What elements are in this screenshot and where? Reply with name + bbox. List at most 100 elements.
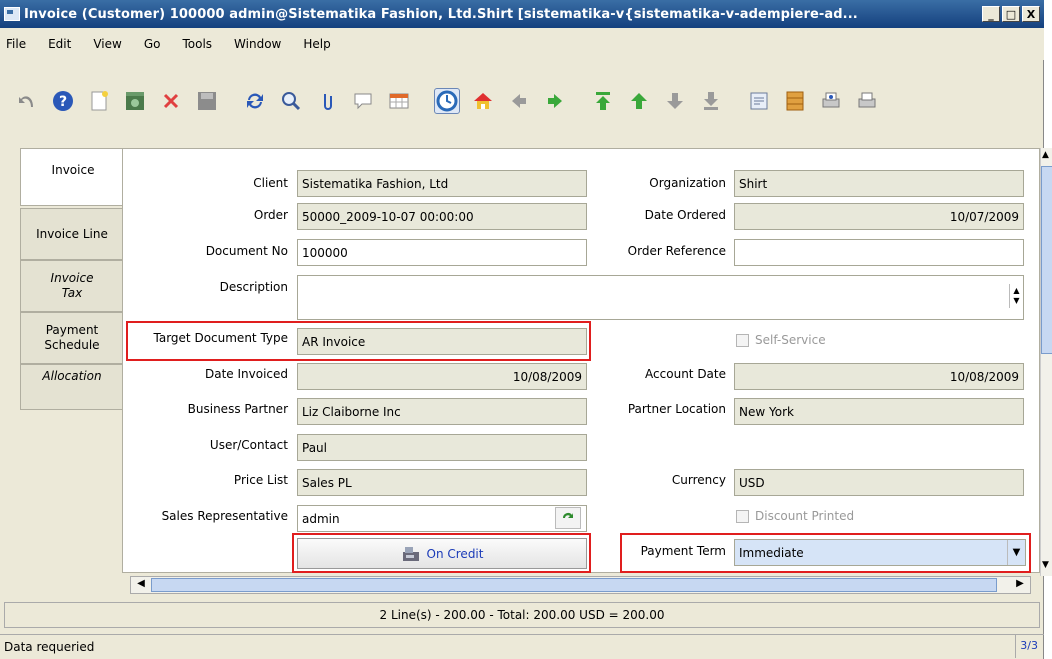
new-record-icon[interactable] [86, 88, 112, 114]
organization-label: Organization [649, 176, 726, 190]
horizontal-scroll-thumb[interactable] [151, 578, 997, 592]
status-message: Data requeried [4, 639, 95, 654]
discount-printed-checkbox[interactable]: Discount Printed [736, 509, 854, 523]
tab-invoice-tax[interactable]: Invoice Tax [20, 260, 124, 312]
description-field[interactable] [297, 275, 1024, 320]
chat-icon[interactable] [350, 88, 376, 114]
price-list-field[interactable]: Sales PL [297, 469, 587, 496]
first-record-icon[interactable] [590, 88, 616, 114]
scroll-down-icon[interactable]: ▼ [1042, 560, 1049, 570]
sales-rep-field[interactable]: admin [297, 505, 587, 532]
tab-invoice[interactable]: Invoice [20, 148, 126, 206]
vertical-scrollbar[interactable]: ▲ ▼ [1040, 148, 1052, 576]
record-counter[interactable]: 3/3 [1015, 635, 1042, 658]
menu-edit[interactable]: Edit [48, 37, 71, 51]
close-button[interactable]: X [1022, 6, 1040, 22]
save-icon[interactable] [194, 88, 220, 114]
business-partner-field[interactable]: Liz Claiborne Inc [297, 398, 587, 425]
scroll-right-icon[interactable]: ▶ [1012, 578, 1028, 592]
chevron-down-icon: ▼ [1013, 296, 1020, 305]
client-label: Client [253, 176, 288, 190]
find-icon[interactable] [278, 88, 304, 114]
title-bar[interactable]: Invoice (Customer) 100000 admin@Sistemat… [0, 0, 1044, 28]
partner-location-field[interactable]: New York [734, 398, 1024, 425]
client-field[interactable]: Sistematika Fashion, Ltd [297, 170, 587, 197]
order-reference-field[interactable] [734, 239, 1024, 266]
svg-text:?: ? [59, 94, 67, 110]
tab-invoice-line[interactable]: Invoice Line [20, 208, 124, 260]
order-label: Order [253, 208, 288, 222]
description-scroll[interactable]: ▲ ▼ [1009, 284, 1023, 308]
organization-field[interactable]: Shirt [734, 170, 1024, 197]
date-invoiced-field[interactable]: 10/08/2009 [297, 363, 587, 390]
print-icon[interactable] [854, 88, 880, 114]
tab-payment-schedule[interactable]: Payment Schedule [20, 312, 124, 364]
last-record-icon[interactable] [698, 88, 724, 114]
order-field[interactable]: 50000_2009-10-07 00:00:00 [297, 203, 587, 230]
date-ordered-label: Date Ordered [644, 208, 726, 222]
business-partner-label: Business Partner [187, 402, 288, 416]
maximize-button[interactable]: □ [1002, 6, 1020, 22]
history-icon[interactable] [434, 88, 460, 114]
account-date-label: Account Date [645, 367, 726, 381]
invoice-window: Invoice (Customer) 100000 admin@Sistemat… [0, 0, 1052, 659]
refresh-icon[interactable] [242, 88, 268, 114]
menu-window[interactable]: Window [234, 37, 281, 51]
attachment-icon[interactable] [314, 88, 340, 114]
sales-rep-lookup-button[interactable] [555, 507, 581, 529]
next-icon[interactable] [542, 88, 568, 114]
undo-icon[interactable] [14, 88, 40, 114]
scroll-up-icon[interactable]: ▲ [1042, 150, 1049, 160]
currency-field[interactable]: USD [734, 469, 1024, 496]
print-preview-icon[interactable] [818, 88, 844, 114]
window-icon [4, 7, 20, 21]
next-record-icon[interactable] [662, 88, 688, 114]
menu-help[interactable]: Help [303, 37, 330, 51]
date-invoiced-label: Date Invoiced [204, 367, 288, 381]
totals-summary: 2 Line(s) - 200.00 - Total: 200.00 USD =… [4, 602, 1040, 628]
menu-go[interactable]: Go [144, 37, 161, 51]
archive-icon[interactable] [782, 88, 808, 114]
report-icon[interactable] [746, 88, 772, 114]
target-doc-type-highlight [126, 321, 591, 361]
document-no-label: Document No [205, 244, 288, 258]
user-contact-field[interactable]: Paul [297, 434, 587, 461]
chevron-up-icon: ▲ [1013, 286, 1020, 295]
sales-rep-label: Sales Representative [161, 509, 288, 523]
menu-view[interactable]: View [93, 37, 121, 51]
date-ordered-field[interactable]: 10/07/2009 [734, 203, 1024, 230]
order-reference-label: Order Reference [627, 244, 726, 258]
vertical-scroll-thumb[interactable] [1041, 166, 1052, 354]
account-date-field[interactable]: 10/08/2009 [734, 363, 1024, 390]
window-title: Invoice (Customer) 100000 admin@Sistemat… [24, 6, 858, 22]
help-icon[interactable]: ? [50, 88, 76, 114]
horizontal-scrollbar[interactable]: ◀ ▶ [130, 576, 1031, 594]
menu-file[interactable]: File [6, 37, 26, 51]
home-icon[interactable] [470, 88, 496, 114]
tab-allocation[interactable]: Allocation [20, 364, 124, 410]
minimize-button[interactable]: _ [982, 6, 1000, 22]
scroll-left-icon[interactable]: ◀ [133, 578, 149, 592]
description-label: Description [219, 280, 288, 294]
document-no-field[interactable]: 100000 [297, 239, 587, 266]
payment-term-highlight [620, 533, 1031, 573]
self-service-checkbox[interactable]: Self-Service [736, 333, 826, 347]
toolbar: ? [0, 62, 1044, 140]
currency-label: Currency [671, 473, 726, 487]
delete-icon[interactable] [158, 88, 184, 114]
previous-record-icon[interactable] [626, 88, 652, 114]
checkbox-icon [736, 509, 749, 523]
status-bar: Data requeried 3/3 [0, 634, 1044, 658]
save-archive-icon[interactable] [122, 88, 148, 114]
previous-icon[interactable] [506, 88, 532, 114]
tab-strip: Invoice Invoice Line Invoice Tax Payment… [20, 148, 126, 410]
user-contact-label: User/Contact [209, 438, 288, 452]
checkbox-icon [736, 333, 749, 347]
menu-tools[interactable]: Tools [182, 37, 212, 51]
grid-toggle-icon[interactable] [386, 88, 412, 114]
menu-bar: File Edit View Go Tools Window Help [0, 28, 1044, 60]
price-list-label: Price List [233, 473, 288, 487]
partner-location-label: Partner Location [627, 402, 726, 416]
refresh-arrow-icon [563, 513, 573, 518]
on-credit-highlight [292, 533, 591, 573]
